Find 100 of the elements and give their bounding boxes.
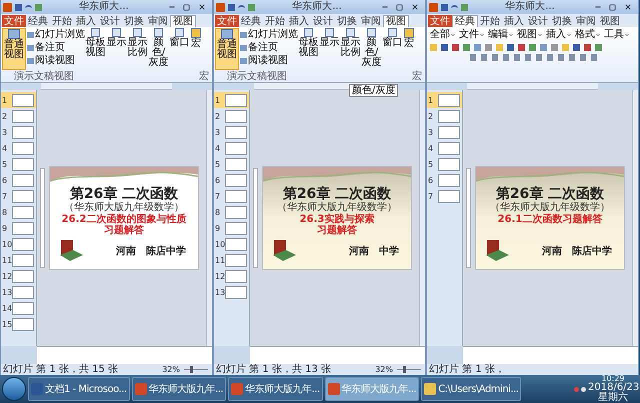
app-icon[interactable] xyxy=(216,2,225,12)
ribbon-button[interactable]: 显示比例 xyxy=(340,28,361,58)
slide-thumbnail[interactable]: 12 xyxy=(214,268,249,284)
ribbon-tab[interactable]: 经典 xyxy=(26,15,50,27)
ribbon-tab[interactable]: 设计 xyxy=(98,15,122,27)
file-tab[interactable]: 文件 xyxy=(2,15,26,27)
ribbon-button[interactable]: 颜色/灰度 xyxy=(148,28,169,68)
undo-icon[interactable] xyxy=(238,5,245,9)
file-tab[interactable]: 文件 xyxy=(215,15,239,27)
taskbar-button[interactable]: 华东师大版九年... xyxy=(132,377,226,401)
ribbon-tab[interactable]: 审阅 xyxy=(146,15,170,27)
ribbon-tab[interactable]: 视图 xyxy=(383,15,409,27)
ribbon-tab[interactable]: 设计 xyxy=(311,15,335,27)
slide-thumbnail[interactable]: 4 xyxy=(214,140,249,156)
taskbar-button[interactable]: 华东师大版九年... xyxy=(228,377,323,401)
zoom-slider-thumb[interactable] xyxy=(403,366,406,373)
view-option-button[interactable]: 阅读视图 xyxy=(27,54,85,67)
menu-button[interactable]: 全部 xyxy=(430,29,456,41)
macro-button[interactable]: 宏 xyxy=(190,28,202,49)
slide-thumbnail[interactable]: 6 xyxy=(1,172,36,188)
slide-thumbnail[interactable]: 1 xyxy=(214,92,249,108)
slide-thumbnail[interactable]: 1 xyxy=(427,92,462,108)
slide-thumbnail[interactable]: 8 xyxy=(1,204,36,220)
scroll-bar[interactable] xyxy=(632,90,638,346)
normal-view-button[interactable]: 普通视图 xyxy=(2,28,26,70)
slide-thumbnail[interactable]: 5 xyxy=(1,156,36,172)
slide-thumbnail[interactable]: 8 xyxy=(214,204,249,220)
slide-thumbnail[interactable]: 7 xyxy=(427,188,462,204)
slide-thumbnail[interactable]: 6 xyxy=(214,172,249,188)
slide-thumbnail[interactable]: 9 xyxy=(214,220,249,236)
save-icon[interactable] xyxy=(228,4,235,10)
ribbon-button[interactable]: 窗口 xyxy=(382,28,403,48)
slide-thumbnail[interactable]: 2 xyxy=(214,108,249,124)
notes-pane[interactable] xyxy=(463,346,638,364)
slide-thumbnail[interactable]: 14 xyxy=(1,300,36,316)
slide-thumbnail[interactable]: 12 xyxy=(1,268,36,284)
slide-thumbnail[interactable]: 10 xyxy=(214,236,249,252)
file-tab[interactable]: 文件 xyxy=(428,15,452,27)
toolbar-icon[interactable] xyxy=(461,4,468,10)
ribbon-button[interactable]: 窗口 xyxy=(169,28,190,48)
ribbon-tab[interactable]: 视图 xyxy=(598,15,622,27)
scroll-bar[interactable] xyxy=(419,90,425,346)
slide-thumbnail[interactable]: 3 xyxy=(214,124,249,140)
ribbon-tab[interactable]: 视图 xyxy=(170,15,196,27)
ribbon-button[interactable]: 颜色/灰度 xyxy=(361,28,382,68)
taskbar-button[interactable]: C:\Users\Admini... xyxy=(421,377,522,401)
ribbon-button[interactable]: 显示比例 xyxy=(127,28,148,58)
ribbon-tab[interactable]: 插入 xyxy=(287,15,311,27)
save-icon[interactable] xyxy=(15,4,22,10)
slide-thumbnail[interactable]: 10 xyxy=(1,236,36,252)
ribbon-button[interactable]: 显示 xyxy=(319,28,340,48)
taskbar-button[interactable]: 文档1 - Microsoo... xyxy=(28,377,130,401)
ribbon-tab[interactable]: 审阅 xyxy=(359,15,383,27)
slide-thumbnail[interactable]: 5 xyxy=(427,156,462,172)
save-icon[interactable] xyxy=(441,4,448,10)
view-option-button[interactable]: 阅读视图 xyxy=(240,54,298,67)
ribbon-button[interactable]: 显示 xyxy=(106,28,127,48)
slide-thumbnail[interactable]: 11 xyxy=(214,252,249,268)
menu-button[interactable]: 格式 xyxy=(575,29,601,41)
macro-button[interactable]: 宏 xyxy=(403,28,415,49)
view-option-button[interactable]: 备注页 xyxy=(27,41,85,54)
slide-thumbnail[interactable]: 15 xyxy=(1,316,36,332)
view-option-button[interactable]: 幻灯片浏览 xyxy=(27,28,85,41)
ribbon-tab[interactable]: 开始 xyxy=(50,15,74,27)
undo-icon[interactable] xyxy=(25,5,32,9)
toolbar-icon[interactable] xyxy=(248,4,255,10)
app-icon[interactable] xyxy=(3,2,12,12)
slide-thumbnail[interactable]: 6 xyxy=(427,172,462,188)
view-option-button[interactable]: 幻灯片浏览 xyxy=(240,28,298,41)
slide-thumbnail[interactable]: 5 xyxy=(214,156,249,172)
menu-button[interactable]: 文件 xyxy=(459,29,485,41)
ribbon-tab[interactable]: 设计 xyxy=(526,15,550,27)
ribbon-tab[interactable]: 经典 xyxy=(239,15,263,27)
ribbon-tab[interactable]: 开始 xyxy=(263,15,287,27)
slide-thumbnail[interactable]: 3 xyxy=(1,124,36,140)
ribbon-button[interactable]: 母板视图 xyxy=(298,28,319,58)
slide-thumbnail[interactable]: 7 xyxy=(214,188,249,204)
slide-thumbnail[interactable]: 11 xyxy=(1,252,36,268)
slide-thumbnail[interactable]: 7 xyxy=(1,188,36,204)
ribbon-tab[interactable]: 切换 xyxy=(550,15,574,27)
ribbon-button[interactable]: 母板视图 xyxy=(85,28,106,58)
ribbon-tab[interactable]: 经典 xyxy=(452,15,478,27)
ribbon-tab[interactable]: 切换 xyxy=(122,15,146,27)
slide-thumbnail[interactable]: 4 xyxy=(427,140,462,156)
slide-thumbnail[interactable]: 3 xyxy=(427,124,462,140)
menu-button[interactable]: 工具 xyxy=(604,29,630,41)
slide-thumbnail[interactable]: 13 xyxy=(1,284,36,300)
menu-button[interactable]: 编辑 xyxy=(488,29,514,41)
menu-button[interactable]: 插入 xyxy=(546,29,572,41)
ribbon-tab[interactable]: 开始 xyxy=(478,15,502,27)
slide-thumbnail[interactable]: 1 xyxy=(1,92,36,108)
start-button[interactable] xyxy=(2,377,26,401)
zoom-slider-thumb[interactable] xyxy=(190,366,194,373)
view-option-button[interactable]: 备注页 xyxy=(240,41,298,54)
ribbon-tab[interactable]: 插入 xyxy=(502,15,526,27)
ribbon-tab[interactable]: 审阅 xyxy=(574,15,598,27)
slide-thumbnail[interactable]: 9 xyxy=(1,220,36,236)
scroll-bar[interactable] xyxy=(206,90,212,346)
toolbar-icon[interactable] xyxy=(35,4,42,10)
normal-view-button[interactable]: 普通视图 xyxy=(215,28,239,70)
